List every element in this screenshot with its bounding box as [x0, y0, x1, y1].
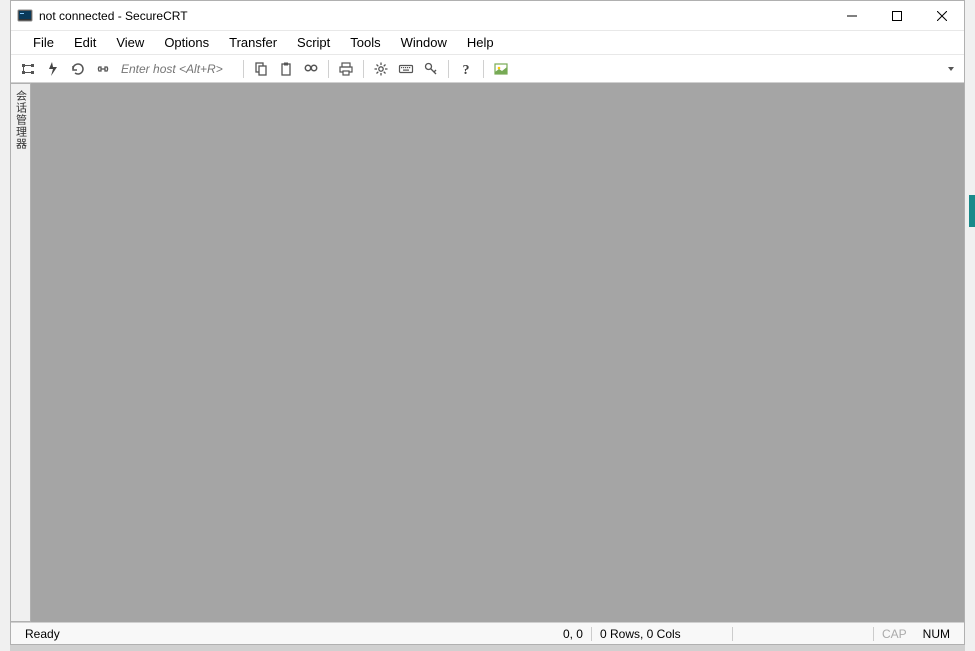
menu-window[interactable]: Window: [391, 32, 457, 53]
content-area: 会话管理器: [11, 83, 964, 622]
title-bar: not connected - SecureCRT: [11, 1, 964, 31]
key-icon[interactable]: [420, 58, 442, 80]
background-left-edge: [0, 0, 10, 651]
host-input[interactable]: [117, 59, 237, 79]
disconnect-icon[interactable]: [92, 58, 114, 80]
reconnect-icon[interactable]: [67, 58, 89, 80]
menu-transfer[interactable]: Transfer: [219, 32, 287, 53]
toolbar-separator: [448, 60, 449, 78]
toolbar-separator: [483, 60, 484, 78]
background-accent: [969, 195, 975, 227]
menu-view[interactable]: View: [106, 32, 154, 53]
toolbar-overflow-icon[interactable]: [944, 65, 958, 73]
menu-help[interactable]: Help: [457, 32, 504, 53]
keyboard-icon[interactable]: [395, 58, 417, 80]
menu-edit[interactable]: Edit: [64, 32, 106, 53]
status-cursor: 0, 0: [555, 623, 591, 644]
terminal-viewport[interactable]: [31, 83, 964, 622]
window-title: not connected - SecureCRT: [39, 9, 829, 23]
maximize-button[interactable]: [874, 1, 919, 30]
svg-text:?: ?: [463, 63, 470, 77]
toolbar-separator: [243, 60, 244, 78]
settings-icon[interactable]: [370, 58, 392, 80]
minimize-button[interactable]: [829, 1, 874, 30]
session-manager-tab-label: 会话管理器: [13, 90, 29, 150]
copy-icon[interactable]: [250, 58, 272, 80]
paste-icon[interactable]: [275, 58, 297, 80]
menu-options[interactable]: Options: [154, 32, 219, 53]
quick-connect-icon[interactable]: [42, 58, 64, 80]
status-caps: CAP: [874, 623, 915, 644]
app-icon: [17, 8, 33, 24]
menu-tools[interactable]: Tools: [340, 32, 390, 53]
session-manager-tab[interactable]: 会话管理器: [11, 83, 31, 622]
toolbar: ?: [11, 55, 964, 83]
session-manager-icon[interactable]: [17, 58, 39, 80]
status-bar: Ready 0, 0 0 Rows, 0 Cols CAP NUM: [11, 622, 964, 644]
help-icon[interactable]: ?: [455, 58, 477, 80]
toolbar-separator: [328, 60, 329, 78]
find-icon[interactable]: [300, 58, 322, 80]
screenshot-icon[interactable]: [490, 58, 512, 80]
status-num: NUM: [915, 623, 958, 644]
menu-bar: File Edit View Options Transfer Script T…: [11, 31, 964, 55]
window-controls: [829, 1, 964, 30]
menu-file[interactable]: File: [23, 32, 64, 53]
menu-script[interactable]: Script: [287, 32, 340, 53]
status-connection: [733, 623, 873, 644]
close-button[interactable]: [919, 1, 964, 30]
print-icon[interactable]: [335, 58, 357, 80]
status-dimensions: 0 Rows, 0 Cols: [592, 623, 732, 644]
background-right-edge: [965, 0, 975, 651]
app-window: not connected - SecureCRT File Edit View…: [10, 0, 965, 645]
toolbar-separator: [363, 60, 364, 78]
status-ready: Ready: [17, 623, 68, 644]
